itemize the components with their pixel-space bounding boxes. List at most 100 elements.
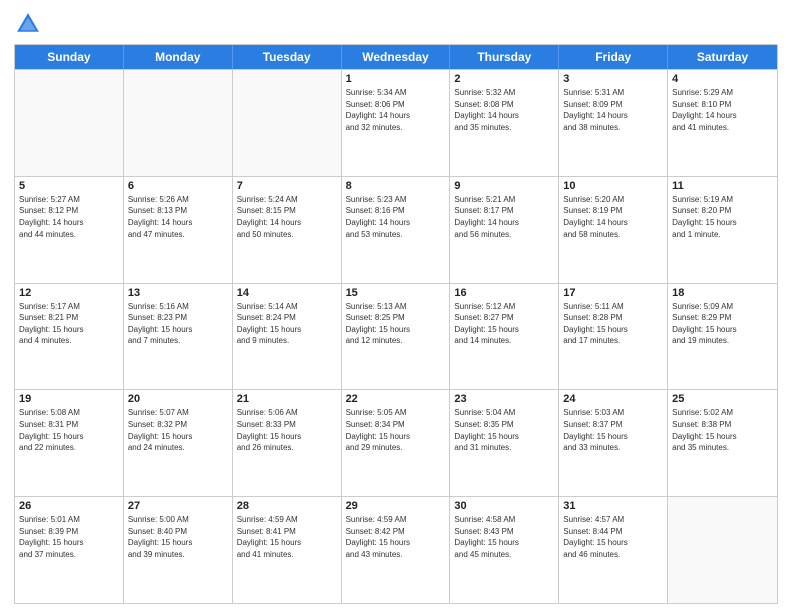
- day-number: 22: [346, 393, 446, 405]
- header: [14, 10, 778, 38]
- day-number: 24: [563, 393, 663, 405]
- calendar-cell: 9Sunrise: 5:21 AM Sunset: 8:17 PM Daylig…: [450, 177, 559, 283]
- calendar-cell: 1Sunrise: 5:34 AM Sunset: 8:06 PM Daylig…: [342, 70, 451, 176]
- day-info: Sunrise: 5:08 AM Sunset: 8:31 PM Dayligh…: [19, 407, 119, 453]
- day-number: 29: [346, 500, 446, 512]
- day-number: 8: [346, 180, 446, 192]
- calendar-cell: 6 Sunrise: 5:26 AM Sunset: 8:13 PM Daylig…: [124, 177, 233, 283]
- day-number: 15: [346, 287, 446, 299]
- calendar-week-2: 5Sunrise: 5:27 AM Sunset: 8:12 PM Daylig…: [15, 176, 777, 283]
- header-day-friday: Friday: [559, 45, 668, 69]
- page: SundayMondayTuesdayWednesdayThursdayFrid…: [0, 0, 792, 612]
- day-number: 14: [237, 287, 337, 299]
- calendar-cell: [124, 70, 233, 176]
- calendar-cell: [15, 70, 124, 176]
- calendar: SundayMondayTuesdayWednesdayThursdayFrid…: [14, 44, 778, 604]
- header-day-monday: Monday: [124, 45, 233, 69]
- calendar-cell: 21 Sunrise: 5:06 AM Sunset: 8:33 PM Dayli…: [233, 390, 342, 496]
- calendar-cell: [668, 497, 777, 603]
- calendar-cell: 24 Sunrise: 5:03 AM Sunset: 8:37 PM Dayli…: [559, 390, 668, 496]
- day-info: Sunrise: 5:13 AM Sunset: 8:25 PM Dayligh…: [346, 301, 446, 347]
- calendar-cell: 2 Sunrise: 5:32 AM Sunset: 8:08 PM Daylig…: [450, 70, 559, 176]
- day-info: Sunrise: 5:29 AM Sunset: 8:10 PM Dayligh…: [672, 87, 773, 133]
- calendar-week-1: 1Sunrise: 5:34 AM Sunset: 8:06 PM Daylig…: [15, 69, 777, 176]
- header-day-sunday: Sunday: [15, 45, 124, 69]
- day-info: Sunrise: 5:09 AM Sunset: 8:29 PM Dayligh…: [672, 301, 773, 347]
- day-info: Sunrise: 4:57 AM Sunset: 8:44 PM Dayligh…: [563, 514, 663, 560]
- calendar-week-4: 19 Sunrise: 5:08 AM Sunset: 8:31 PM Dayli…: [15, 389, 777, 496]
- calendar-cell: 7 Sunrise: 5:24 AM Sunset: 8:15 PM Daylig…: [233, 177, 342, 283]
- calendar-cell: 11 Sunrise: 5:19 AM Sunset: 8:20 PM Dayli…: [668, 177, 777, 283]
- day-number: 7: [237, 180, 337, 192]
- day-info: Sunrise: 5:26 AM Sunset: 8:13 PM Dayligh…: [128, 194, 228, 240]
- calendar-header-row: SundayMondayTuesdayWednesdayThursdayFrid…: [15, 45, 777, 69]
- day-info: Sunrise: 5:23 AM Sunset: 8:16 PM Dayligh…: [346, 194, 446, 240]
- calendar-body: 1Sunrise: 5:34 AM Sunset: 8:06 PM Daylig…: [15, 69, 777, 603]
- day-number: 23: [454, 393, 554, 405]
- day-number: 21: [237, 393, 337, 405]
- day-number: 19: [19, 393, 119, 405]
- header-day-wednesday: Wednesday: [342, 45, 451, 69]
- day-number: 1: [346, 73, 446, 85]
- day-number: 17: [563, 287, 663, 299]
- day-info: Sunrise: 5:27 AM Sunset: 8:12 PM Dayligh…: [19, 194, 119, 240]
- calendar-cell: 17 Sunrise: 5:11 AM Sunset: 8:28 PM Dayli…: [559, 284, 668, 390]
- calendar-cell: 19 Sunrise: 5:08 AM Sunset: 8:31 PM Dayli…: [15, 390, 124, 496]
- calendar-cell: 12Sunrise: 5:17 AM Sunset: 8:21 PM Dayli…: [15, 284, 124, 390]
- calendar-cell: 29 Sunrise: 4:59 AM Sunset: 8:42 PM Dayli…: [342, 497, 451, 603]
- header-day-thursday: Thursday: [450, 45, 559, 69]
- day-number: 12: [19, 287, 119, 299]
- day-info: Sunrise: 4:58 AM Sunset: 8:43 PM Dayligh…: [454, 514, 554, 560]
- calendar-cell: 4 Sunrise: 5:29 AM Sunset: 8:10 PM Daylig…: [668, 70, 777, 176]
- day-info: Sunrise: 5:01 AM Sunset: 8:39 PM Dayligh…: [19, 514, 119, 560]
- calendar-cell: 5Sunrise: 5:27 AM Sunset: 8:12 PM Daylig…: [15, 177, 124, 283]
- logo-icon: [14, 10, 42, 38]
- day-number: 10: [563, 180, 663, 192]
- day-info: Sunrise: 5:00 AM Sunset: 8:40 PM Dayligh…: [128, 514, 228, 560]
- day-info: Sunrise: 5:06 AM Sunset: 8:33 PM Dayligh…: [237, 407, 337, 453]
- day-number: 4: [672, 73, 773, 85]
- day-number: 11: [672, 180, 773, 192]
- day-number: 30: [454, 500, 554, 512]
- day-info: Sunrise: 5:03 AM Sunset: 8:37 PM Dayligh…: [563, 407, 663, 453]
- calendar-week-3: 12Sunrise: 5:17 AM Sunset: 8:21 PM Dayli…: [15, 283, 777, 390]
- calendar-cell: 15 Sunrise: 5:13 AM Sunset: 8:25 PM Dayli…: [342, 284, 451, 390]
- day-info: Sunrise: 5:11 AM Sunset: 8:28 PM Dayligh…: [563, 301, 663, 347]
- day-info: Sunrise: 5:24 AM Sunset: 8:15 PM Dayligh…: [237, 194, 337, 240]
- calendar-cell: 3Sunrise: 5:31 AM Sunset: 8:09 PM Daylig…: [559, 70, 668, 176]
- header-day-tuesday: Tuesday: [233, 45, 342, 69]
- day-number: 2: [454, 73, 554, 85]
- day-number: 6: [128, 180, 228, 192]
- day-info: Sunrise: 4:59 AM Sunset: 8:42 PM Dayligh…: [346, 514, 446, 560]
- calendar-cell: 8 Sunrise: 5:23 AM Sunset: 8:16 PM Daylig…: [342, 177, 451, 283]
- day-info: Sunrise: 5:16 AM Sunset: 8:23 PM Dayligh…: [128, 301, 228, 347]
- day-number: 13: [128, 287, 228, 299]
- day-number: 18: [672, 287, 773, 299]
- calendar-cell: 22Sunrise: 5:05 AM Sunset: 8:34 PM Dayli…: [342, 390, 451, 496]
- day-info: Sunrise: 5:07 AM Sunset: 8:32 PM Dayligh…: [128, 407, 228, 453]
- calendar-cell: 20Sunrise: 5:07 AM Sunset: 8:32 PM Dayli…: [124, 390, 233, 496]
- day-info: Sunrise: 5:19 AM Sunset: 8:20 PM Dayligh…: [672, 194, 773, 240]
- day-number: 25: [672, 393, 773, 405]
- calendar-cell: 23 Sunrise: 5:04 AM Sunset: 8:35 PM Dayli…: [450, 390, 559, 496]
- day-number: 3: [563, 73, 663, 85]
- calendar-cell: 14Sunrise: 5:14 AM Sunset: 8:24 PM Dayli…: [233, 284, 342, 390]
- calendar-cell: 30 Sunrise: 4:58 AM Sunset: 8:43 PM Dayli…: [450, 497, 559, 603]
- day-info: Sunrise: 5:20 AM Sunset: 8:19 PM Dayligh…: [563, 194, 663, 240]
- day-number: 16: [454, 287, 554, 299]
- day-number: 9: [454, 180, 554, 192]
- calendar-cell: 16Sunrise: 5:12 AM Sunset: 8:27 PM Dayli…: [450, 284, 559, 390]
- calendar-cell: [233, 70, 342, 176]
- calendar-cell: 28 Sunrise: 4:59 AM Sunset: 8:41 PM Dayli…: [233, 497, 342, 603]
- logo: [14, 10, 46, 38]
- calendar-cell: 31 Sunrise: 4:57 AM Sunset: 8:44 PM Dayli…: [559, 497, 668, 603]
- day-info: Sunrise: 5:02 AM Sunset: 8:38 PM Dayligh…: [672, 407, 773, 453]
- day-info: Sunrise: 4:59 AM Sunset: 8:41 PM Dayligh…: [237, 514, 337, 560]
- day-info: Sunrise: 5:32 AM Sunset: 8:08 PM Dayligh…: [454, 87, 554, 133]
- day-number: 31: [563, 500, 663, 512]
- calendar-cell: 27Sunrise: 5:00 AM Sunset: 8:40 PM Dayli…: [124, 497, 233, 603]
- day-number: 28: [237, 500, 337, 512]
- day-info: Sunrise: 5:04 AM Sunset: 8:35 PM Dayligh…: [454, 407, 554, 453]
- calendar-cell: 13 Sunrise: 5:16 AM Sunset: 8:23 PM Dayli…: [124, 284, 233, 390]
- calendar-cell: 18 Sunrise: 5:09 AM Sunset: 8:29 PM Dayli…: [668, 284, 777, 390]
